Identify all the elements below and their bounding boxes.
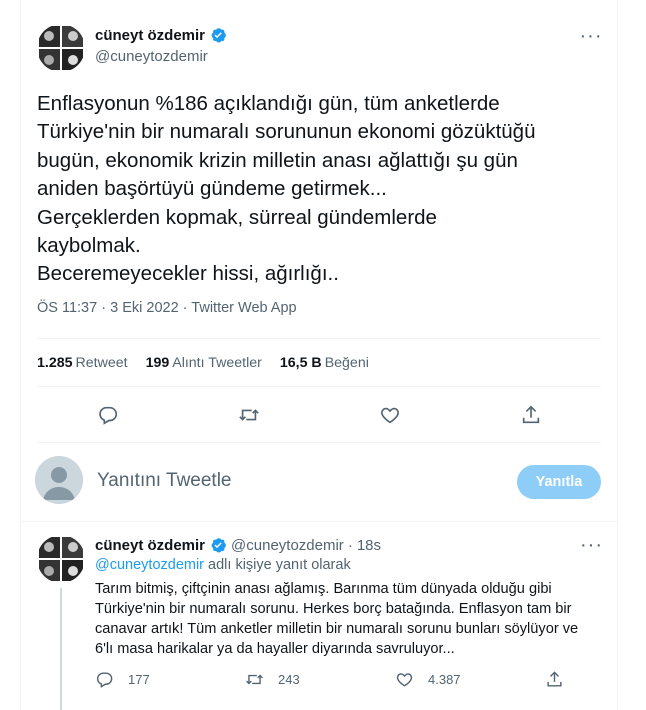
reply-tweet-text: Tarım bitmiş, çiftçinin anası ağlamış. B… [95, 581, 579, 657]
tweet-meta: ÖS 11:37 · 3 Eki 2022 · Twitter Web App [37, 300, 297, 316]
likes-label: Beğeni [324, 355, 369, 371]
retweet-count: 243 [278, 672, 300, 687]
reply-author-handle[interactable]: @cuneytozdemir [231, 537, 344, 554]
reply-input[interactable]: Yanıtını Tweetle [97, 470, 232, 492]
author-name[interactable]: cüneyt özdemir [95, 26, 227, 44]
reply-button[interactable]: 177 [95, 670, 175, 689]
share-button[interactable] [513, 398, 549, 432]
retweet-button[interactable] [231, 398, 267, 432]
retweet-button[interactable]: 243 [245, 670, 325, 689]
tweet-time[interactable]: ÖS 11:37 [37, 300, 97, 316]
reply-submit-button[interactable]: Yanıtla [517, 465, 601, 499]
likes-stat[interactable]: 16,5 B Beğeni [280, 355, 369, 371]
retweets-count: 1.285 [37, 355, 73, 371]
tweet-date[interactable]: 3 Eki 2022 [110, 300, 179, 316]
verified-badge-icon [211, 28, 226, 43]
tweet-column: cüneyt özdemir @cuneytozdemir ··· Enflas… [20, 0, 618, 710]
likes-count: 16,5 B [279, 355, 322, 371]
quotes-count: 199 [145, 355, 170, 371]
replying-to-suffix: adlı kişiye yanıt olarak [208, 557, 351, 573]
tweet-actions [37, 398, 601, 432]
like-icon [380, 407, 399, 424]
reply-time[interactable]: 18s [357, 537, 381, 554]
replying-to: @cuneytozdemir adlı kişiye yanıt olarak [95, 557, 351, 573]
divider [21, 521, 617, 522]
quote-tweets-stat[interactable]: 199 Alıntı Tweetler [146, 355, 262, 371]
reply-author-avatar[interactable] [37, 535, 85, 583]
reply-icon [98, 406, 117, 425]
share-icon [547, 671, 562, 687]
divider [37, 442, 601, 443]
retweet-icon [246, 674, 263, 685]
reply-icon [96, 672, 113, 688]
reply-author-name[interactable]: cüneyt özdemir [95, 537, 205, 554]
author-handle[interactable]: @cuneytozdemir [95, 48, 208, 65]
quotes-label: Alıntı Tweetler [172, 355, 262, 371]
reply-button[interactable] [90, 398, 126, 432]
tweet-stats: 1.285 Retweet 199 Alıntı Tweetler 16,5 B Be… [37, 355, 369, 371]
verified-badge-icon [211, 538, 226, 553]
replying-to-handle[interactable]: @cuneytozdemir [95, 557, 204, 573]
reply-tweet-header: cüneyt özdemir @cuneytozdemir · 18s [95, 536, 381, 554]
reply-tweet-actions: 177 243 4.387 [95, 670, 565, 689]
like-count: 4.387 [428, 672, 461, 687]
default-avatar-icon [35, 456, 83, 504]
more-options-icon[interactable]: ··· [579, 24, 603, 48]
share-icon [522, 405, 539, 424]
user-avatar[interactable] [35, 456, 83, 504]
reply-count: 177 [128, 672, 150, 687]
header-dot: · [347, 536, 353, 554]
like-icon [396, 673, 413, 687]
author-avatar[interactable] [37, 24, 85, 72]
retweets-stat[interactable]: 1.285 Retweet [37, 355, 128, 371]
divider [37, 386, 601, 387]
retweets-label: Retweet [75, 355, 128, 371]
more-options-icon[interactable]: ··· [580, 534, 603, 557]
tweet-source[interactable]: Twitter Web App [191, 300, 296, 316]
like-button[interactable] [372, 398, 408, 432]
thread-line [60, 588, 62, 710]
divider [37, 338, 601, 339]
author-name-text[interactable]: cüneyt özdemir [95, 27, 205, 44]
meta-separator: · [182, 300, 188, 316]
share-button[interactable] [545, 670, 565, 689]
tweet-text: Enflasyonun %186 açıklandığı gün, tüm an… [37, 92, 536, 286]
meta-separator: · [101, 300, 107, 316]
like-button[interactable]: 4.387 [395, 670, 475, 689]
retweet-icon [238, 409, 259, 421]
